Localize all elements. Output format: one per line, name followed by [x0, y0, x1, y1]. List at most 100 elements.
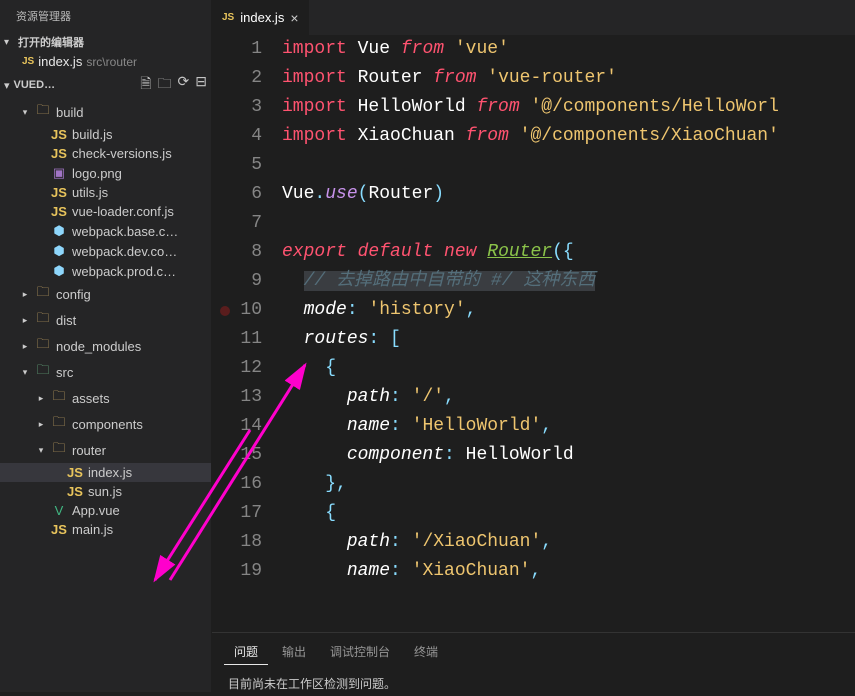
line-number[interactable]: 6 — [212, 180, 262, 209]
folder-icon: 🗀 — [35, 335, 51, 357]
open-editors-header[interactable]: ▾ 打开的编辑器 — [0, 32, 211, 52]
file-item[interactable]: ⬢ webpack.base.c… — [0, 221, 211, 241]
code-line[interactable]: name: 'HelloWorld', — [282, 412, 855, 441]
refresh-icon[interactable]: ⟳ — [178, 73, 190, 97]
tree-item-label: webpack.dev.co… — [72, 244, 177, 259]
file-item[interactable]: ⬢ webpack.dev.co… — [0, 241, 211, 261]
code-line[interactable]: export default new Router({ — [282, 238, 855, 267]
chevron-right-icon: ▸ — [20, 341, 30, 352]
code-line[interactable]: import Router from 'vue-router' — [282, 64, 855, 93]
file-item[interactable]: JSindex.js — [0, 463, 211, 482]
editor-main: JS index.js × 12345678910111213141516171… — [212, 0, 855, 692]
file-name: index.js — [38, 54, 82, 69]
line-number[interactable]: 1 — [212, 35, 262, 64]
panel-tab[interactable]: 输出 — [272, 639, 316, 665]
folder-item[interactable]: ▸🗀components — [0, 411, 211, 437]
line-number[interactable]: 10 — [212, 296, 262, 325]
code-line[interactable]: import XiaoChuan from '@/components/Xiao… — [282, 122, 855, 151]
file-item[interactable]: ⬢webpack.prod.c… — [0, 261, 211, 281]
code-line[interactable]: mode: 'history', — [282, 296, 855, 325]
folder-icon: 🗀 — [35, 283, 51, 305]
code-line[interactable] — [282, 209, 855, 238]
js-file-icon: JS — [51, 127, 67, 142]
chevron-down-icon: ▾ — [4, 79, 10, 92]
tree-item-label: utils.js — [72, 185, 108, 200]
tree-item-label: src — [56, 365, 73, 380]
folder-item[interactable]: ▸🗀node_modules — [0, 333, 211, 359]
folder-item[interactable]: ▸🗀config — [0, 281, 211, 307]
file-item[interactable]: JSvue-loader.conf.js — [0, 202, 211, 221]
code-line[interactable]: // 去掉路由中自带的 #/ 这种东西 — [282, 267, 855, 296]
tree-item-label: router — [72, 443, 106, 458]
line-number[interactable]: 13 — [212, 383, 262, 412]
js-file-icon: JS — [67, 465, 83, 480]
panel-tab[interactable]: 调试控制台 — [320, 639, 400, 665]
line-number[interactable]: 9 — [212, 267, 262, 296]
line-number[interactable]: 8 — [212, 238, 262, 267]
chevron-down-icon: ▾ — [20, 107, 30, 118]
tree-item-label: webpack.base.c… — [72, 224, 178, 239]
line-number[interactable]: 19 — [212, 557, 262, 586]
code-line[interactable]: component: HelloWorld — [282, 441, 855, 470]
tree-item-label: webpack.prod.c… — [72, 264, 176, 279]
panel-message: 目前尚未在工作区检测到问题。 — [212, 671, 855, 696]
close-icon[interactable]: × — [290, 10, 298, 26]
line-number[interactable]: 17 — [212, 499, 262, 528]
code-line[interactable]: import HelloWorld from '@/components/Hel… — [282, 93, 855, 122]
line-number[interactable]: 15 — [212, 441, 262, 470]
project-header[interactable]: ▾ VUED… 🗎 🗀 ⟳ ⊟ — [0, 71, 211, 99]
file-item[interactable]: JScheck-versions.js — [0, 144, 211, 163]
collapse-all-icon[interactable]: ⊟ — [195, 73, 207, 97]
code-content[interactable]: import Vue from 'vue'import Router from … — [282, 35, 855, 632]
tree-item-label: logo.png — [72, 166, 122, 181]
file-item[interactable]: ▣logo.png — [0, 163, 211, 183]
line-number[interactable]: 7 — [212, 209, 262, 238]
folder-item[interactable]: ▸🗀assets — [0, 385, 211, 411]
folder-item[interactable]: ▸🗀dist — [0, 307, 211, 333]
webpack-file-icon: ⬢ — [51, 243, 67, 259]
code-line[interactable] — [282, 151, 855, 180]
new-folder-icon[interactable]: 🗀 — [158, 73, 172, 97]
line-number[interactable]: 5 — [212, 151, 262, 180]
folder-item[interactable]: ▾🗀router — [0, 437, 211, 463]
code-line[interactable]: path: '/', — [282, 383, 855, 412]
line-number[interactable]: 18 — [212, 528, 262, 557]
file-tree: ▾🗀buildJSbuild.jsJScheck-versions.js▣log… — [0, 99, 211, 692]
line-number[interactable]: 12 — [212, 354, 262, 383]
line-number[interactable]: 11 — [212, 325, 262, 354]
code-line[interactable]: { — [282, 499, 855, 528]
new-file-icon[interactable]: 🗎 — [140, 73, 151, 97]
code-line[interactable]: routes: [ — [282, 325, 855, 354]
tree-item-label: sun.js — [88, 484, 122, 499]
panel-tab[interactable]: 问题 — [224, 639, 268, 665]
folder-item[interactable]: ▾🗀src — [0, 359, 211, 385]
line-number[interactable]: 4 — [212, 122, 262, 151]
webpack-file-icon: ⬢ — [51, 223, 67, 239]
file-item[interactable]: JS utils.js — [0, 183, 211, 202]
file-item[interactable]: JSsun.js — [0, 482, 211, 501]
line-number[interactable]: 16 — [212, 470, 262, 499]
code-line[interactable]: name: 'XiaoChuan', — [282, 557, 855, 586]
line-number[interactable]: 14 — [212, 412, 262, 441]
open-editor-item[interactable]: JS index.js src\router — [0, 52, 211, 71]
folder-item[interactable]: ▾🗀build — [0, 99, 211, 125]
code-line[interactable]: { — [282, 354, 855, 383]
js-file-icon: JS — [51, 185, 67, 200]
panel-tab[interactable]: 终端 — [404, 639, 448, 665]
file-path: src\router — [86, 55, 137, 69]
line-number[interactable]: 2 — [212, 64, 262, 93]
line-number[interactable]: 3 — [212, 93, 262, 122]
editor-tab[interactable]: JS index.js × — [212, 0, 310, 35]
tree-item-label: vue-loader.conf.js — [72, 204, 174, 219]
folder-icon: 🗀 — [35, 101, 51, 123]
bottom-panel: 问题输出调试控制台终端 目前尚未在工作区检测到问题。 — [212, 632, 855, 692]
code-line[interactable]: path: '/XiaoChuan', — [282, 528, 855, 557]
code-line[interactable]: Vue.use(Router) — [282, 180, 855, 209]
file-item[interactable]: JSbuild.js — [0, 125, 211, 144]
code-line[interactable]: import Vue from 'vue' — [282, 35, 855, 64]
file-item[interactable]: JSmain.js — [0, 520, 211, 539]
code-line[interactable]: }, — [282, 470, 855, 499]
file-item[interactable]: VApp.vue — [0, 501, 211, 520]
code-editor[interactable]: 12345678910111213141516171819 import Vue… — [212, 35, 855, 632]
chevron-right-icon: ▸ — [36, 419, 46, 430]
